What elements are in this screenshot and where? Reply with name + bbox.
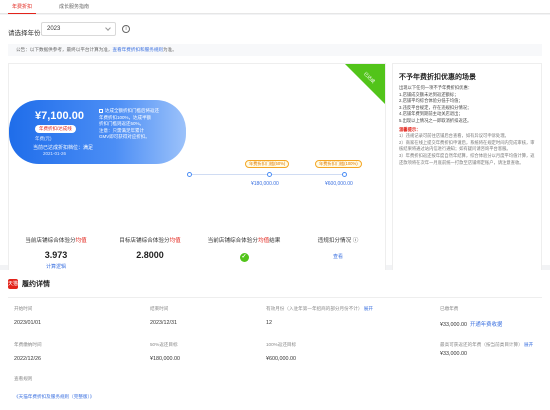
- fee-line1: 年费(元): [35, 136, 52, 141]
- rules-title: 不予年费折扣优惠的场景: [399, 74, 476, 81]
- checkbox-icon: [99, 108, 103, 113]
- valid-months-cell: 有效月份（入驻年第一年招商的部分月份不计） 展开 12: [266, 306, 373, 326]
- divider: [8, 297, 542, 298]
- check-icon: ✓: [239, 253, 249, 262]
- target-50-cell: 50%返还目标 ¥180,000.00: [150, 342, 180, 362]
- metric-current-score: 当前店铺综合体验分均值 3.973 计算逻辑: [9, 236, 103, 270]
- fee-line3: 2021-01-26: [43, 151, 67, 156]
- tier-badge-100: 年费折扣门槛(100%): [315, 160, 362, 168]
- main-panel: 请选择年份: 2023 i 公告：以下数据供参考，最终以平台计算为准，查看年费折…: [0, 15, 550, 275]
- notice-link[interactable]: 查看年费折扣和服务规则: [112, 47, 163, 52]
- year-select[interactable]: 2023: [41, 22, 116, 36]
- target-100-cell: 100%返还目标 ¥600,000.00: [266, 342, 297, 362]
- tier-amount-50: ¥180,000.00: [251, 181, 279, 187]
- rules-item: 5.出现以上情况之一即取消折扣返还。: [399, 117, 472, 123]
- tier-badge-50: 年费折扣门槛(50%): [245, 160, 290, 168]
- fulfillment-details: 天猫 履约详情 开始时间 2023/01/01 结束时间 2023/12/31 有…: [0, 270, 550, 410]
- year-label: 请选择年份:: [8, 30, 43, 37]
- fee-discount-panel: 已达成 ¥7,100.00 年费折扣/达成线 年费(元) 当前已达成折扣档位：满…: [8, 63, 386, 275]
- fee-chip: 年费折扣/达成线: [35, 125, 76, 133]
- fee-card: ¥7,100.00 年费折扣/达成线 年费(元) 当前已达成折扣档位：满足 20…: [9, 100, 186, 164]
- notice-bar: 公告：以下数据供参考，最终以平台计算为准，查看年费折扣和服务规则为准。: [8, 44, 542, 56]
- rules-note: 2）商家在线上提交年费折扣申请后，系统将在规定时间内完成审核，审核结果将通过站内…: [399, 139, 535, 152]
- rules-panel: 不予年费折扣优惠的场景 出现以下任何一项不予年费折扣优惠： 1.店铺成交额未达到…: [392, 63, 542, 275]
- expand-link[interactable]: 展开: [364, 306, 373, 311]
- metric-value: 3.973: [44, 250, 68, 260]
- fee-amount: ¥7,100.00: [35, 110, 84, 122]
- fee-description: 达成全额折扣门槛后将返还 年费折扣100%，达成半额 折扣门槛则返还50%。 注…: [99, 108, 165, 141]
- rules-item: 2.店铺平均综合体验分低于均值；: [399, 98, 463, 104]
- rules-item: 4.店铺年费到期前主动关店退出；: [399, 111, 463, 117]
- chevron-down-icon: [105, 25, 111, 31]
- fee-paid-date-cell: 年费缴纳时间 2022/12/26: [14, 342, 42, 362]
- paid-fee-cell: 已缴年费 ¥33,000.00 开通年费收据: [440, 306, 503, 328]
- metric-violation: 违规扣分情况 ⓘ 查看: [291, 236, 385, 260]
- ribbon-text: 已达成: [362, 71, 376, 85]
- tier-amount-100: ¥600,000.00: [325, 181, 353, 187]
- desc-line: GMV即可获得对应折扣。: [99, 134, 150, 139]
- notice-text: 公告：以下数据供参考，最终以平台计算为准，: [16, 47, 113, 52]
- progress-dot-50: [267, 172, 272, 177]
- tab-annual-fee[interactable]: 年费折扣: [0, 0, 44, 14]
- calc-logic-link[interactable]: 计算逻辑: [9, 263, 103, 270]
- max-refund-cell: 最高可获返还的年费（按当前类目计算） 展开 ¥33,000.00: [440, 342, 534, 357]
- info-icon[interactable]: ⓘ: [353, 238, 359, 244]
- details-title: 履约详情: [22, 281, 50, 288]
- achieved-ribbon: 已达成: [345, 64, 385, 104]
- info-icon[interactable]: i: [122, 25, 130, 33]
- progress-start-dot: [187, 172, 192, 177]
- metric-value: 2.8000: [136, 250, 164, 260]
- fee-line2: 当前已达成折扣档位：满足: [33, 145, 94, 151]
- top-tabs: 年费折扣 成长服务指南: [0, 0, 550, 14]
- view-violation-link[interactable]: 查看: [291, 253, 385, 260]
- expand-link[interactable]: 展开: [524, 342, 533, 347]
- details-header: 天猫 履约详情: [8, 279, 50, 289]
- start-date-cell: 开始时间 2023/01/01: [14, 306, 41, 326]
- rule-cell: 查看规则: [14, 376, 33, 381]
- desc-line: 达成全额折扣门槛后将返还: [99, 108, 165, 115]
- rules-intro: 出现以下任何一项不予年费折扣优惠：: [399, 85, 473, 90]
- metric-target-score: 目标店铺综合体验分均值 2.8000: [103, 236, 197, 260]
- year-select-value: 2023: [47, 26, 61, 32]
- end-date-cell: 结束时间 2023/12/31: [150, 306, 177, 326]
- receipt-link[interactable]: 开通年费收据: [470, 322, 502, 328]
- progress-dot-100: [342, 172, 347, 177]
- rules-note: 1）违规记录可前往店铺后台查看，如有异议可申诉处理。: [399, 133, 509, 139]
- notice-suffix: 为准。: [163, 47, 177, 52]
- metric-score-result: 当前店铺综合体验分均值结果 ✓: [207, 238, 281, 262]
- rules-note: 3）年费折扣返还按年度自然年结算，综合体验分以月度平均值计算，返还款项将在次年一…: [399, 152, 535, 165]
- tab-growth-guide[interactable]: 成长服务指南: [44, 0, 104, 14]
- tmall-logo-icon: 天猫: [8, 279, 19, 289]
- rule-link[interactable]: 《天猫年费折扣及服务规则（完整版）》: [14, 394, 94, 400]
